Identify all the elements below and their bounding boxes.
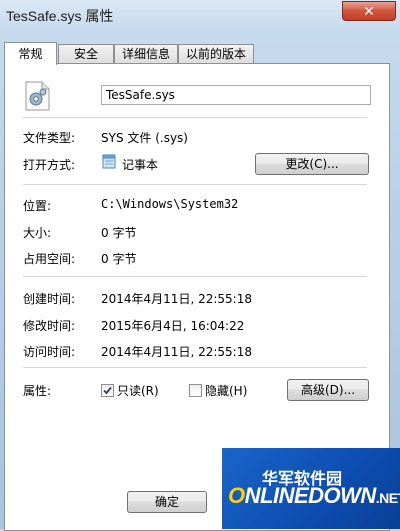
- tab-security[interactable]: 安全: [58, 44, 114, 64]
- file-type-label: 文件类型:: [23, 131, 76, 145]
- attributes-label: 属性:: [23, 384, 52, 398]
- divider: [23, 367, 367, 369]
- title-bar: TesSafe.sys 属性 ✕: [0, 0, 400, 32]
- created-label: 创建时间:: [23, 292, 76, 306]
- window-title: TesSafe.sys 属性: [6, 8, 114, 24]
- watermark-brand-en: ONLINEDOWN.NET: [228, 483, 400, 508]
- size-label: 大小:: [23, 226, 52, 240]
- divider: [23, 117, 367, 119]
- change-button[interactable]: 更改(C)...: [255, 153, 369, 175]
- created-value: 2014年4月11日, 22:55:18: [101, 292, 252, 306]
- file-name-field[interactable]: TesSafe.sys: [101, 85, 371, 105]
- accessed-label: 访问时间:: [23, 345, 76, 359]
- size-value: 0 字节: [101, 226, 137, 240]
- readonly-checkbox[interactable]: [101, 384, 114, 397]
- ok-button[interactable]: 确定: [127, 491, 207, 513]
- notepad-icon: [102, 154, 116, 169]
- advanced-button[interactable]: 高级(D)...: [287, 379, 369, 401]
- hidden-label[interactable]: 隐藏(H): [205, 382, 247, 399]
- tab-previous-versions[interactable]: 以前的版本: [178, 44, 254, 64]
- opens-with-label: 打开方式:: [23, 158, 76, 172]
- tab-details[interactable]: 详细信息: [114, 44, 178, 64]
- modified-value: 2015年6月4日, 16:04:22: [101, 319, 245, 333]
- close-icon: ✕: [363, 4, 375, 20]
- readonly-label[interactable]: 只读(R): [117, 382, 159, 399]
- location-label: 位置:: [23, 199, 52, 213]
- close-button[interactable]: ✕: [342, 1, 396, 21]
- location-value: C:\Windows\System32: [101, 197, 239, 211]
- modified-label: 修改时间:: [23, 319, 76, 333]
- opens-with-value: 记事本: [122, 158, 159, 172]
- divider: [23, 184, 367, 186]
- size-on-disk-label: 占用空间:: [23, 252, 76, 266]
- tab-general[interactable]: 常规: [4, 42, 57, 65]
- checkmark-icon: [103, 386, 112, 395]
- system-file-icon: [25, 81, 50, 111]
- divider: [23, 276, 367, 278]
- hidden-checkbox[interactable]: [189, 384, 202, 397]
- size-on-disk-value: 0 字节: [101, 252, 137, 266]
- accessed-value: 2014年4月11日, 22:55:18: [101, 345, 252, 359]
- file-type-value: SYS 文件 (.sys): [101, 131, 188, 145]
